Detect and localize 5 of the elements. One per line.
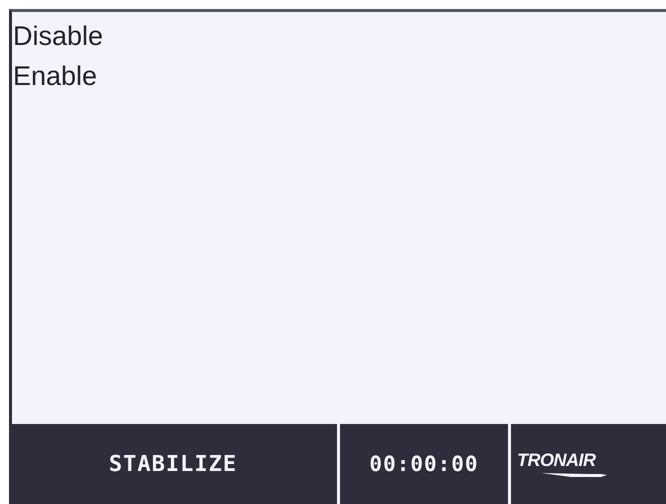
timer: 00:00:00 — [369, 452, 479, 476]
mode-label: STABILIZE — [108, 452, 238, 476]
menu-item[interactable]: Disable — [13, 16, 104, 56]
logo-text: TRONAIR — [517, 450, 597, 470]
menu-item[interactable]: Enable — [13, 56, 98, 96]
